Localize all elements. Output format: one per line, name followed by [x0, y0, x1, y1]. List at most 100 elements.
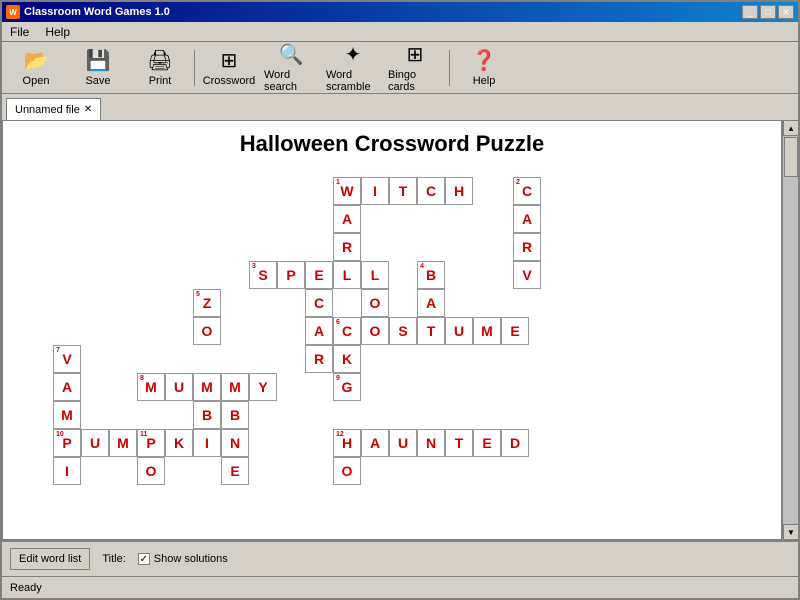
- cell-g9: 9G: [333, 373, 361, 401]
- cell-o-h12: O: [333, 457, 361, 485]
- cell-a4: A: [417, 289, 445, 317]
- menu-help[interactable]: Help: [41, 25, 74, 39]
- cell-c2: 2C: [513, 177, 541, 205]
- window-title: Classroom Word Games 1.0: [24, 6, 170, 18]
- show-solutions-area: ✓ Show solutions: [138, 553, 228, 565]
- cell-i10: I: [193, 429, 221, 457]
- show-solutions-label: Show solutions: [154, 553, 228, 565]
- cell-h1: H: [445, 177, 473, 205]
- app-icon: W: [6, 5, 20, 19]
- scrollbar: ▲ ▼: [782, 120, 798, 540]
- open-button[interactable]: 📂 Open: [6, 45, 66, 91]
- cell-m10: M: [109, 429, 137, 457]
- crossword-grid: 1W I T C H 2C A R V: [23, 177, 761, 537]
- cell-a-w: A: [333, 205, 361, 233]
- cell-s6: S: [389, 317, 417, 345]
- cell-c6: 6C: [333, 317, 361, 345]
- cell-b4: 4B: [417, 261, 445, 289]
- cell-o-bot: O: [137, 457, 165, 485]
- tab-close-icon[interactable]: ✕: [84, 104, 92, 115]
- scroll-thumb[interactable]: [784, 137, 798, 177]
- puzzle-title: Halloween Crossword Puzzle: [23, 131, 761, 157]
- word-scramble-label: Word scramble: [326, 69, 380, 93]
- edit-word-list-button[interactable]: Edit word list: [10, 548, 90, 570]
- cell-a-scar: A: [305, 317, 333, 345]
- close-button[interactable]: ✕: [778, 5, 794, 19]
- cell-p10: 10P: [53, 429, 81, 457]
- window-controls: _ □ ✕: [742, 5, 794, 19]
- cell-v7: 7V: [53, 345, 81, 373]
- menu-file[interactable]: File: [6, 25, 33, 39]
- word-search-button[interactable]: 🔍 Word search: [261, 45, 321, 91]
- cell-t12: T: [445, 429, 473, 457]
- cell-o5: O: [193, 317, 221, 345]
- main-window: W Classroom Word Games 1.0 _ □ ✕ File He…: [0, 0, 800, 600]
- cell-a2: A: [513, 205, 541, 233]
- save-button[interactable]: 💾 Save: [68, 45, 128, 91]
- cell-y8: Y: [249, 373, 277, 401]
- cell-l3b: L: [361, 261, 389, 289]
- content-panel: Halloween Crossword Puzzle 1W I T C H: [2, 120, 782, 540]
- bottom-bar: Edit word list Title: ✓ Show solutions: [2, 540, 798, 576]
- cell-b-mum: B: [221, 401, 249, 429]
- word-search-label: Word search: [264, 69, 318, 93]
- cell-u10: U: [81, 429, 109, 457]
- show-solutions-checkbox[interactable]: ✓: [138, 553, 150, 565]
- cell-p11: 11P: [137, 429, 165, 457]
- print-button[interactable]: 🖨 Print: [130, 45, 190, 91]
- cell-u12: U: [389, 429, 417, 457]
- tab-unnamed-file[interactable]: Unnamed file ✕: [6, 98, 101, 120]
- cell-h12: 12H: [333, 429, 361, 457]
- cell-a7: A: [53, 373, 81, 401]
- cell-o-spell: O: [361, 289, 389, 317]
- cell-m6: M: [473, 317, 501, 345]
- cell-i-bot: I: [53, 457, 81, 485]
- bingo-cards-button[interactable]: ⊞ Bingo cards: [385, 45, 445, 91]
- check-icon: ✓: [140, 554, 148, 565]
- open-label: Open: [23, 75, 50, 87]
- scroll-up-button[interactable]: ▲: [783, 120, 798, 136]
- status-bar: Ready: [2, 576, 798, 598]
- cell-i1: I: [361, 177, 389, 205]
- cell-m8b: M: [193, 373, 221, 401]
- maximize-button[interactable]: □: [760, 5, 776, 19]
- cell-r-scar: R: [305, 345, 333, 373]
- puzzle-content: Halloween Crossword Puzzle 1W I T C H: [3, 121, 781, 539]
- crossword-button[interactable]: ⊞ Crossword: [199, 45, 259, 91]
- toolbar: 📂 Open 💾 Save 🖨 Print ⊞ Crossword 🔍 Word…: [2, 42, 798, 94]
- save-label: Save: [85, 75, 110, 87]
- cell-e6: E: [501, 317, 529, 345]
- title-bar: W Classroom Word Games 1.0 _ □ ✕: [2, 2, 798, 22]
- cell-u8: U: [165, 373, 193, 401]
- minimize-button[interactable]: _: [742, 5, 758, 19]
- cell-n10: N: [221, 429, 249, 457]
- cell-n12: N: [417, 429, 445, 457]
- cell-r-w: R: [333, 233, 361, 261]
- word-scramble-icon: ✦: [345, 42, 362, 67]
- menu-bar: File Help: [2, 22, 798, 42]
- cell-m8c: M: [221, 373, 249, 401]
- help-button[interactable]: ❓ Help: [454, 45, 514, 91]
- cell-c1: C: [417, 177, 445, 205]
- cell-b5: B: [193, 401, 221, 429]
- cell-o6: O: [361, 317, 389, 345]
- status-text: Ready: [10, 582, 42, 594]
- open-icon: 📂: [24, 48, 49, 73]
- cell-r2: R: [513, 233, 541, 261]
- scroll-down-button[interactable]: ▼: [783, 524, 798, 540]
- word-scramble-button[interactable]: ✦ Word scramble: [323, 45, 383, 91]
- cell-p3: P: [277, 261, 305, 289]
- cell-t1: T: [389, 177, 417, 205]
- crossword-icon: ⊞: [221, 48, 238, 73]
- cell-k6: K: [333, 345, 361, 373]
- cell-a12: A: [361, 429, 389, 457]
- cell-t6: T: [417, 317, 445, 345]
- word-search-icon: 🔍: [279, 42, 304, 67]
- print-icon: 🖨: [147, 48, 172, 73]
- cell-e3: E: [305, 261, 333, 289]
- title-label: Title:: [102, 553, 125, 565]
- scroll-track: [783, 136, 798, 524]
- cell-w1: 1W: [333, 177, 361, 205]
- cell-m7: M: [53, 401, 81, 429]
- help-label: Help: [473, 75, 496, 87]
